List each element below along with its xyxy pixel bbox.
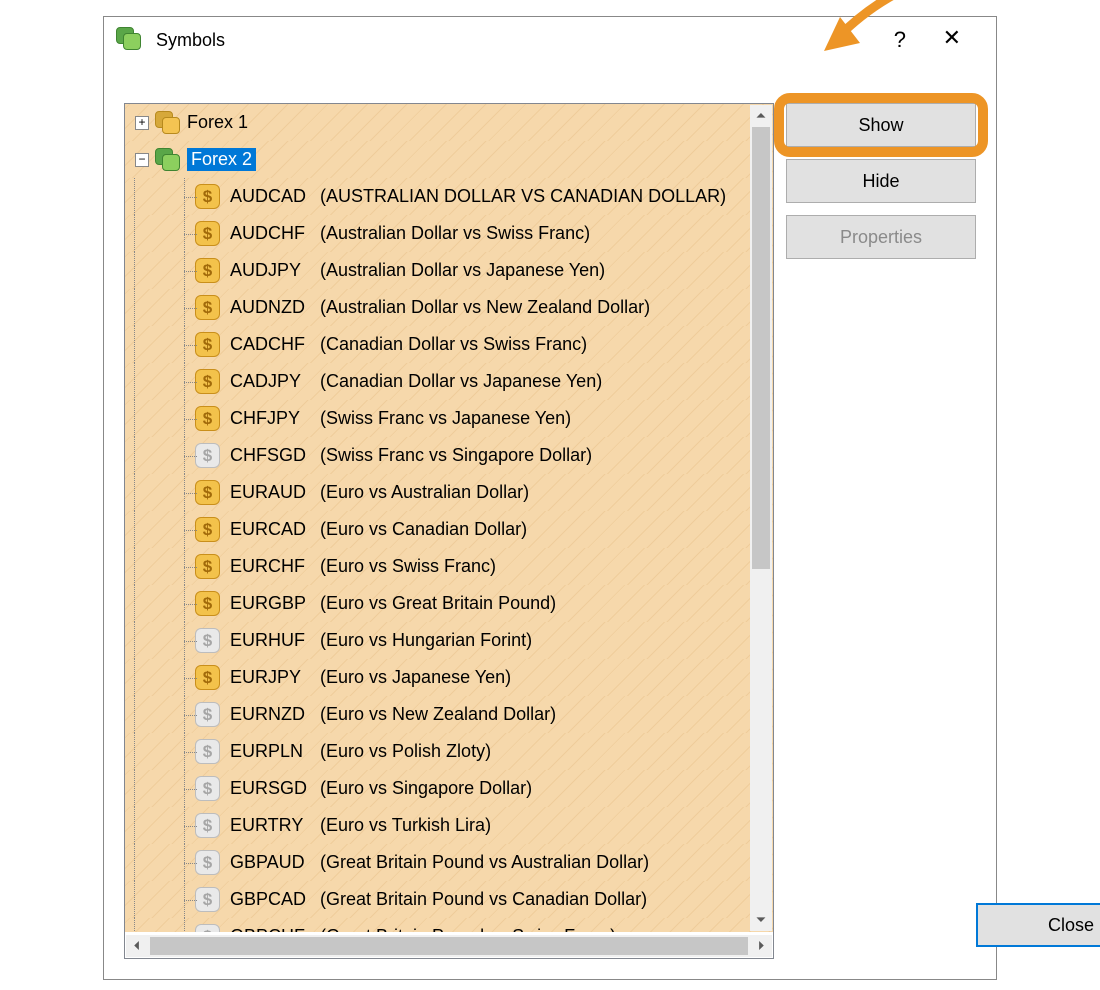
tree-item[interactable]: $ GBPCHF (Great Britain Pound vs Swiss F… [125,918,773,932]
symbol-label: CADJPY (Canadian Dollar vs Japanese Yen) [230,371,602,392]
symbol-icon: $ [195,628,220,653]
symbol-label: CADCHF (Canadian Dollar vs Swiss Franc) [230,334,587,355]
tree-item[interactable]: $ EURJPY (Euro vs Japanese Yen) [125,659,773,696]
symbol-label: EURJPY (Euro vs Japanese Yen) [230,667,511,688]
tree-item[interactable]: $ CHFSGD (Swiss Franc vs Singapore Dolla… [125,437,773,474]
symbol-label: CHFSGD (Swiss Franc vs Singapore Dollar) [230,445,592,466]
symbol-label: AUDNZD (Australian Dollar vs New Zealand… [230,297,650,318]
symbol-label: AUDJPY (Australian Dollar vs Japanese Ye… [230,260,605,281]
symbol-icon: $ [195,813,220,838]
tree-item[interactable]: $ EURNZD (Euro vs New Zealand Dollar) [125,696,773,733]
scroll-up-icon[interactable]: ⏶ [750,105,772,127]
close-icon[interactable]: ✕ [943,25,961,51]
scroll-down-icon[interactable]: ⏷ [750,909,772,931]
horizontal-scrollbar[interactable]: ⏴ ⏵ [126,935,772,957]
symbol-label: GBPCHF (Great Britain Pound vs Swiss Fra… [230,926,616,932]
tree-item[interactable]: $ CADJPY (Canadian Dollar vs Japanese Ye… [125,363,773,400]
tree-group-forex2[interactable]: − Forex 2 [125,141,773,178]
symbol-label: EURCAD (Euro vs Canadian Dollar) [230,519,527,540]
symbol-icon: $ [195,591,220,616]
vertical-scrollbar[interactable]: ⏶ ⏷ [750,105,772,931]
symbols-app-icon [116,27,144,53]
tree-item[interactable]: $ EURHUF (Euro vs Hungarian Forint) [125,622,773,659]
tree-item[interactable]: $ CHFJPY (Swiss Franc vs Japanese Yen) [125,400,773,437]
titlebar: Symbols ? ✕ [104,17,996,63]
symbol-label: GBPAUD (Great Britain Pound vs Australia… [230,852,649,873]
tree-item[interactable]: $ AUDCAD (AUSTRALIAN DOLLAR VS CANADIAN … [125,178,773,215]
properties-button: Properties [786,215,976,259]
symbol-label: AUDCAD (AUSTRALIAN DOLLAR VS CANADIAN DO… [230,186,726,207]
group-label: Forex 1 [187,112,248,133]
help-icon[interactable]: ? [894,27,906,53]
symbol-icon: $ [195,924,220,932]
tree-panel: + Forex 1 − Forex 2 $ AUDCAD (AUSTRALIAN… [124,103,774,959]
symbol-icon: $ [195,369,220,394]
symbol-label: EURPLN (Euro vs Polish Zloty) [230,741,491,762]
scroll-left-icon[interactable]: ⏴ [126,935,148,957]
symbol-icon: $ [195,517,220,542]
symbol-icon: $ [195,887,220,912]
show-button[interactable]: Show [786,103,976,147]
group-label: Forex 2 [187,148,256,171]
symbols-dialog: Symbols ? ✕ + Forex 1 − Forex 2 $ AUDCAD… [103,16,997,980]
symbol-label: AUDCHF (Australian Dollar vs Swiss Franc… [230,223,590,244]
tree-item[interactable]: $ EURGBP (Euro vs Great Britain Pound) [125,585,773,622]
symbol-label: EURSGD (Euro vs Singapore Dollar) [230,778,532,799]
scroll-right-icon[interactable]: ⏵ [750,935,772,957]
tree-item[interactable]: $ AUDNZD (Australian Dollar vs New Zeala… [125,289,773,326]
tree-item[interactable]: $ AUDJPY (Australian Dollar vs Japanese … [125,252,773,289]
symbol-icon: $ [195,406,220,431]
collapse-icon[interactable]: − [135,153,149,167]
tree-view[interactable]: + Forex 1 − Forex 2 $ AUDCAD (AUSTRALIAN… [125,104,773,932]
symbol-icon: $ [195,443,220,468]
symbol-icon: $ [195,295,220,320]
tree-item[interactable]: $ CADCHF (Canadian Dollar vs Swiss Franc… [125,326,773,363]
symbol-icon: $ [195,480,220,505]
symbol-icon: $ [195,665,220,690]
vertical-scroll-thumb[interactable] [752,127,770,569]
folder-icon [155,111,181,135]
tree-item[interactable]: $ AUDCHF (Australian Dollar vs Swiss Fra… [125,215,773,252]
tree-item[interactable]: $ GBPAUD (Great Britain Pound vs Austral… [125,844,773,881]
symbol-label: EURAUD (Euro vs Australian Dollar) [230,482,529,503]
hide-button[interactable]: Hide [786,159,976,203]
button-panel: Show Hide Properties Close [786,103,976,959]
symbol-icon: $ [195,702,220,727]
symbol-icon: $ [195,739,220,764]
folder-icon [155,148,181,172]
symbol-icon: $ [195,850,220,875]
symbol-label: EURNZD (Euro vs New Zealand Dollar) [230,704,556,725]
tree-item[interactable]: $ EURAUD (Euro vs Australian Dollar) [125,474,773,511]
symbol-icon: $ [195,258,220,283]
symbol-label: EURTRY (Euro vs Turkish Lira) [230,815,491,836]
close-button[interactable]: Close [976,903,1100,947]
tree-item[interactable]: $ EURCAD (Euro vs Canadian Dollar) [125,511,773,548]
symbol-icon: $ [195,332,220,357]
symbol-label: EURCHF (Euro vs Swiss Franc) [230,556,496,577]
expand-icon[interactable]: + [135,116,149,130]
symbol-label: EURGBP (Euro vs Great Britain Pound) [230,593,556,614]
dialog-title: Symbols [156,30,225,51]
tree-item[interactable]: $ EURCHF (Euro vs Swiss Franc) [125,548,773,585]
symbol-label: GBPCAD (Great Britain Pound vs Canadian … [230,889,647,910]
tree-item[interactable]: $ EURPLN (Euro vs Polish Zloty) [125,733,773,770]
horizontal-scroll-thumb[interactable] [150,937,748,955]
tree-item[interactable]: $ EURTRY (Euro vs Turkish Lira) [125,807,773,844]
tree-item[interactable]: $ GBPCAD (Great Britain Pound vs Canadia… [125,881,773,918]
symbol-icon: $ [195,184,220,209]
symbol-icon: $ [195,554,220,579]
tree-group-forex1[interactable]: + Forex 1 [125,104,773,141]
tree-item[interactable]: $ EURSGD (Euro vs Singapore Dollar) [125,770,773,807]
symbol-icon: $ [195,221,220,246]
symbol-icon: $ [195,776,220,801]
symbol-label: EURHUF (Euro vs Hungarian Forint) [230,630,532,651]
symbol-label: CHFJPY (Swiss Franc vs Japanese Yen) [230,408,571,429]
